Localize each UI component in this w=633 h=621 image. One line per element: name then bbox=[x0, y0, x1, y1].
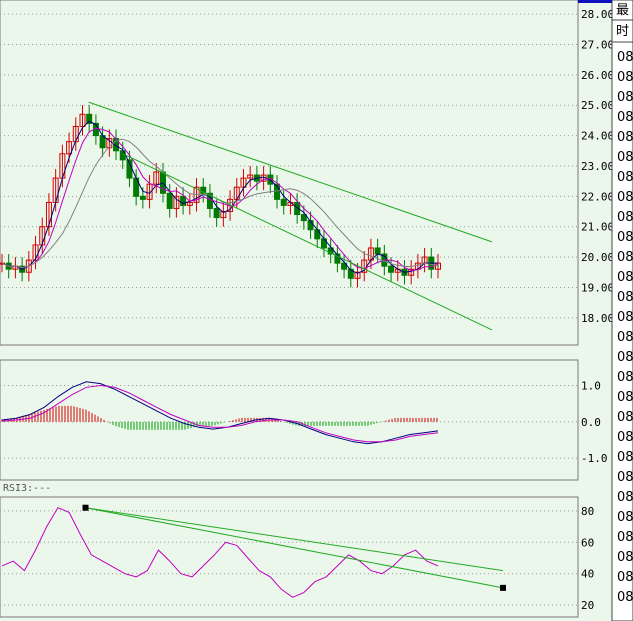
candle-body bbox=[374, 247, 381, 255]
rsi-tick-label: 40 bbox=[581, 568, 594, 581]
rsi-trend-start-marker bbox=[82, 504, 89, 511]
signal-line bbox=[1, 384, 439, 443]
price-tick-label: 27.00 bbox=[581, 38, 614, 51]
rsi-trend-end-marker bbox=[500, 584, 506, 591]
price-tick-label: 23.00 bbox=[581, 160, 614, 173]
price-tick-label: 20.00 bbox=[581, 251, 614, 264]
rsi-tick-label: 20 bbox=[581, 599, 594, 612]
ma-mid-line bbox=[1, 127, 439, 271]
channel-upper-line bbox=[88, 101, 493, 243]
stock-chart: RSI3:--- 18.00 19.00 20.00 21.00 22.00 23.00 2… bbox=[0, 0, 633, 621]
rsi-tick-label: 80 bbox=[581, 505, 594, 518]
macd-tick-label: 1.0 bbox=[581, 379, 601, 392]
price-tick-label: 22.00 bbox=[581, 190, 614, 203]
side-header-sub: 时 bbox=[616, 24, 629, 39]
macd-tick-label: 0.0 bbox=[581, 416, 601, 429]
price-tick-label: 24.00 bbox=[581, 130, 614, 143]
side-time-row: 08 bbox=[617, 350, 633, 365]
macd-tick-label: -1.0 bbox=[581, 452, 608, 465]
side-time-row: 08 bbox=[617, 470, 633, 485]
rsi-panel: RSI3:--- bbox=[1, 483, 506, 598]
side-time-row: 08 bbox=[617, 230, 633, 245]
side-time-row: 08 bbox=[617, 50, 633, 65]
candle-body bbox=[280, 198, 287, 206]
price-tick-label: 28.00 bbox=[581, 8, 614, 21]
channel-lower-line bbox=[122, 153, 493, 331]
macd-line bbox=[1, 381, 439, 445]
side-time-row: 08 bbox=[617, 270, 633, 285]
rsi-line bbox=[1, 507, 439, 598]
price-tick-label: 26.00 bbox=[581, 69, 614, 82]
candle-body bbox=[139, 195, 146, 200]
top-accent-bar bbox=[578, 0, 612, 3]
candle-body bbox=[213, 207, 220, 219]
rsi-panel-border bbox=[0, 496, 579, 618]
rsi-trend-lower-line bbox=[85, 507, 504, 589]
side-time-row: 08 bbox=[617, 210, 633, 225]
side-time-row: 08 bbox=[617, 450, 633, 465]
candle-body bbox=[166, 192, 173, 209]
candle-body bbox=[180, 195, 187, 206]
side-time-row: 08 bbox=[617, 410, 633, 425]
price-tick-label: 21.00 bbox=[581, 221, 614, 234]
side-time-row: 08 bbox=[617, 570, 633, 585]
price-panel bbox=[0, 101, 493, 331]
price-panel-border bbox=[0, 0, 579, 346]
side-panel: 最时 08 08 08 08 08 08 08 08 08 08 08 08 08 08 08 08 08 08 08… bbox=[578, 0, 633, 621]
side-time-row: 08 bbox=[617, 370, 633, 385]
side-time-row: 08 bbox=[617, 530, 633, 545]
rsi-tick-label: 60 bbox=[581, 536, 594, 549]
candle-body bbox=[314, 229, 321, 240]
side-time-row: 08 bbox=[617, 130, 633, 145]
side-time-row: 08 bbox=[617, 290, 633, 305]
rsi-title-label: RSI3:--- bbox=[3, 483, 51, 494]
side-time-row: 08 bbox=[617, 330, 633, 345]
side-time-row: 08 bbox=[617, 110, 633, 125]
side-time-row: 08 bbox=[617, 190, 633, 205]
price-tick-label: 19.00 bbox=[581, 281, 614, 294]
grid-layer bbox=[0, 0, 579, 618]
macd-panel-border bbox=[0, 359, 579, 481]
price-tick-label: 18.00 bbox=[581, 312, 614, 325]
rsi-trend-upper-line bbox=[85, 507, 504, 572]
side-time-row: 08 bbox=[617, 90, 633, 105]
side-time-row: 08 bbox=[617, 590, 633, 605]
side-header-top: 最 bbox=[616, 3, 629, 18]
chart-stage: RSI3:--- 18.00 19.00 20.00 21.00 22.00 23.00 2… bbox=[0, 0, 633, 621]
side-time-row: 08 bbox=[617, 550, 633, 565]
side-time-row: 08 bbox=[617, 150, 633, 165]
macd-panel bbox=[1, 381, 439, 445]
side-time-row: 08 bbox=[617, 170, 633, 185]
side-time-row: 08 bbox=[617, 490, 633, 505]
right-axis: 18.00 19.00 20.00 21.00 22.00 23.00 24.00 25.00… bbox=[581, 8, 614, 612]
side-time-row: 08 bbox=[617, 250, 633, 265]
side-time-row: 08 bbox=[617, 310, 633, 325]
ma-short-line bbox=[1, 120, 438, 274]
side-time-row: 08 bbox=[617, 430, 633, 445]
candle-body bbox=[388, 265, 395, 273]
side-time-row: 08 bbox=[617, 390, 633, 405]
side-time-row: 08 bbox=[617, 70, 633, 85]
price-tick-label: 25.00 bbox=[581, 99, 614, 112]
side-time-row: 08 bbox=[617, 510, 633, 525]
